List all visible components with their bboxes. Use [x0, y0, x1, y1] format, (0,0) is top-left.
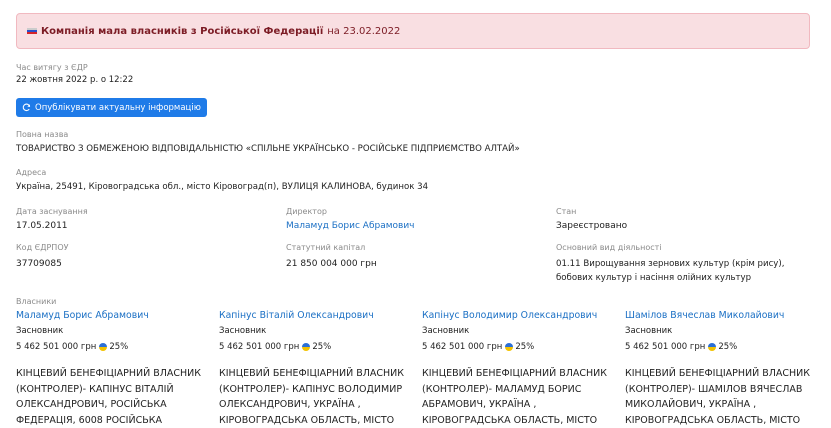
director-label: Директор: [286, 207, 327, 216]
owner-percent: 25%: [109, 342, 128, 352]
owner-desc-line: КІРОВОГРАДСЬКА ОБЛАСТЬ, МІСТО: [219, 413, 409, 428]
owner-desc-line: КІНЦЕВИЙ БЕНЕФІЦІАРНИЙ ВЛАСНИК: [625, 366, 815, 382]
owner-desc-line: (КОНТРОЛЕР)- КАПІНУС ВІТАЛІЙ: [16, 382, 206, 398]
founded-value: 17.05.2011: [16, 221, 68, 231]
owner-desc-line: ОЛЕКСАНДРОВИЧ, УКРАЇНА ,: [219, 397, 409, 413]
director-link[interactable]: Маламуд Борис Абрамович: [286, 221, 415, 231]
owner-percent: 25%: [515, 342, 534, 352]
edrpou-value: 37709085: [16, 259, 62, 269]
owner-share: 5 462 501 000 грн 25%: [219, 342, 409, 352]
owner-card: Капінус Віталій Олександрович Засновник …: [219, 310, 409, 428]
owner-share: 5 462 501 000 грн 25%: [16, 342, 206, 352]
russian-owners-alert: Компанія мала власників з Російської Фед…: [16, 13, 810, 49]
owner-desc-line: (КОНТРОЛЕР)- КАПІНУС ВОЛОДИМИР: [219, 382, 409, 398]
owner-desc-line: (КОНТРОЛЕР)- ШАМІЛОВ ВЯЧЕСЛАВ: [625, 382, 815, 398]
owner-desc-line: (КОНТРОЛЕР)- МАЛАМУД БОРИС: [422, 382, 612, 398]
extract-time-value: 22 жовтня 2022 р. о 12:22: [16, 75, 133, 85]
owner-percent: 25%: [312, 342, 331, 352]
status-value: Зареєстровано: [556, 221, 627, 231]
owner-name-link[interactable]: Капінус Володимир Олександрович: [422, 310, 612, 321]
owner-desc-line: ОЛЕКСАНДРОВИЧ, РОСІЙСЬКА: [16, 397, 206, 413]
address-value: Україна, 25491, Кіровоградська обл., міс…: [16, 182, 428, 192]
full-name-label: Повна назва: [16, 130, 68, 139]
owner-card: Шамілов Вячеслав Миколайович Засновник 5…: [625, 310, 815, 428]
russia-flag-icon: [27, 28, 37, 35]
status-label: Стан: [556, 207, 576, 216]
ukraine-flag-icon: [505, 343, 513, 351]
owner-desc-line: МИКОЛАЙОВИЧ, УКРАЇНА ,: [625, 397, 815, 413]
activity-line-1: 01.11 Вирощування зернових культур (крім…: [556, 259, 784, 269]
owner-card: Капінус Володимир Олександрович Засновни…: [422, 310, 612, 428]
owner-description: КІНЦЕВИЙ БЕНЕФІЦІАРНИЙ ВЛАСНИК (КОНТРОЛЕ…: [625, 366, 815, 428]
owner-description: КІНЦЕВИЙ БЕНЕФІЦІАРНИЙ ВЛАСНИК (КОНТРОЛЕ…: [422, 366, 612, 428]
owner-role: Засновник: [16, 326, 206, 336]
owner-desc-line: АБРАМОВИЧ, УКРАЇНА ,: [422, 397, 612, 413]
owner-percent: 25%: [718, 342, 737, 352]
owner-name-link[interactable]: Капінус Віталій Олександрович: [219, 310, 409, 321]
owner-share: 5 462 501 000 грн 25%: [422, 342, 612, 352]
owner-role: Засновник: [625, 326, 815, 336]
activity-line-2: бобових культур і насіння олійних культу…: [556, 273, 751, 283]
ukraine-flag-icon: [99, 343, 107, 351]
alert-text: Компанія мала власників з Російської Фед…: [41, 26, 323, 37]
owner-card: Маламуд Борис Абрамович Засновник 5 462 …: [16, 310, 206, 428]
owner-desc-line: КІРОВОГРАДСЬКА ОБЛАСТЬ, МІСТО: [625, 413, 815, 428]
owner-amount: 5 462 501 000 грн: [422, 342, 502, 352]
capital-label: Статутний капітал: [286, 243, 365, 252]
owner-description: КІНЦЕВИЙ БЕНЕФІЦІАРНИЙ ВЛАСНИК (КОНТРОЛЕ…: [219, 366, 409, 428]
owner-name-link[interactable]: Шамілов Вячеслав Миколайович: [625, 310, 815, 321]
activity-label: Основний вид діяльності: [556, 243, 662, 252]
owner-description: КІНЦЕВИЙ БЕНЕФІЦІАРНИЙ ВЛАСНИК (КОНТРОЛЕ…: [16, 366, 206, 428]
publish-button-label: Опублікувати актуальну інформацію: [35, 103, 201, 113]
full-name-value: ТОВАРИСТВО З ОБМЕЖЕНОЮ ВІДПОВІДАЛЬНІСТЮ …: [16, 144, 520, 154]
extract-time-label: Час витягу з ЄДР: [16, 63, 88, 72]
ukraine-flag-icon: [302, 343, 310, 351]
capital-value: 21 850 004 000 грн: [286, 259, 377, 269]
ukraine-flag-icon: [708, 343, 716, 351]
owner-desc-line: КІНЦЕВИЙ БЕНЕФІЦІАРНИЙ ВЛАСНИК: [219, 366, 409, 382]
edrpou-label: Код ЄДРПОУ: [16, 243, 69, 252]
address-label: Адреса: [16, 168, 46, 177]
owner-desc-line: КІНЦЕВИЙ БЕНЕФІЦІАРНИЙ ВЛАСНИК: [422, 366, 612, 382]
owners-label: Власники: [16, 297, 56, 306]
owner-desc-line: ФЕДЕРАЦІЯ, 6008 РОСІЙСЬКА: [16, 413, 206, 428]
publish-button[interactable]: Опублікувати актуальну інформацію: [16, 98, 207, 117]
founded-label: Дата заснування: [16, 207, 88, 216]
owner-desc-line: КІНЦЕВИЙ БЕНЕФІЦІАРНИЙ ВЛАСНИК: [16, 366, 206, 382]
owner-amount: 5 462 501 000 грн: [625, 342, 705, 352]
owner-amount: 5 462 501 000 грн: [219, 342, 299, 352]
alert-date: на 23.02.2022: [327, 26, 400, 37]
owner-role: Засновник: [219, 326, 409, 336]
owner-desc-line: КІРОВОГРАДСЬКА ОБЛАСТЬ, МІСТО: [422, 413, 612, 428]
owner-role: Засновник: [422, 326, 612, 336]
owner-name-link[interactable]: Маламуд Борис Абрамович: [16, 310, 206, 321]
refresh-icon: [22, 103, 31, 112]
owner-amount: 5 462 501 000 грн: [16, 342, 96, 352]
owner-share: 5 462 501 000 грн 25%: [625, 342, 815, 352]
